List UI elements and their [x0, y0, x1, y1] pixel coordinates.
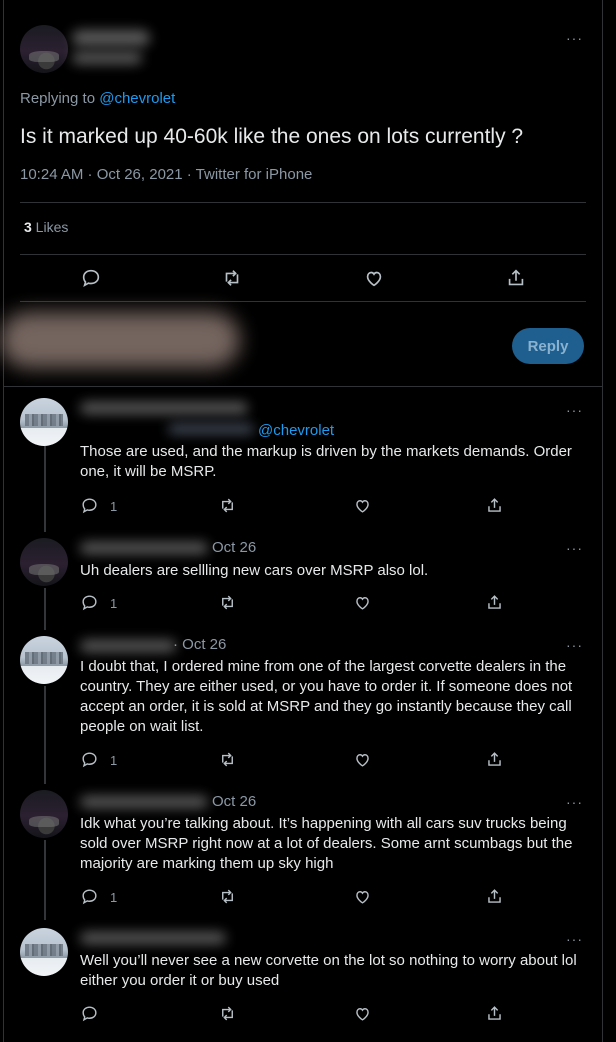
share-icon[interactable]	[485, 750, 504, 769]
reply-author-redacted	[80, 542, 208, 554]
retweet-icon[interactable]	[218, 750, 237, 769]
reply-count: 1	[110, 753, 118, 768]
divider	[20, 254, 586, 255]
like-icon[interactable]	[353, 887, 372, 906]
replying-to-prefix: Replying to	[20, 90, 100, 107]
likes-stat[interactable]: 3 Likes	[24, 219, 68, 235]
more-options-icon[interactable]: ···	[566, 30, 583, 46]
divider	[20, 301, 586, 302]
reply-author-redacted	[80, 932, 226, 944]
like-icon[interactable]	[353, 593, 372, 612]
replying-to: Replying to @chevrolet	[20, 90, 175, 107]
more-options-icon[interactable]: ···	[566, 540, 583, 556]
reply-date[interactable]: Oct 26	[212, 793, 256, 810]
like-icon[interactable]	[353, 750, 372, 769]
main-tweet-text: Is it marked up 40-60k like the ones on …	[20, 125, 524, 148]
reply-author-redacted	[80, 402, 248, 414]
retweet-icon[interactable]	[218, 887, 237, 906]
main-author-name-redacted	[72, 30, 150, 46]
reply-avatar[interactable]	[20, 538, 68, 586]
reply-text: Idk what you’re talking about. It’s happ…	[80, 815, 573, 872]
reply-avatar[interactable]	[20, 928, 68, 976]
retweet-icon[interactable]	[218, 1004, 237, 1023]
reply-icon[interactable]	[80, 496, 99, 515]
compose-avatar-redacted	[0, 312, 240, 368]
more-options-icon[interactable]: ···	[566, 794, 583, 810]
retweet-icon[interactable]	[218, 593, 237, 612]
reply-mention[interactable]: @chevrolet	[258, 422, 334, 439]
reply-text: Well you’ll never see a new corvette on …	[80, 952, 577, 989]
reply-icon[interactable]	[80, 1004, 99, 1023]
retweet-icon[interactable]	[218, 496, 237, 515]
likes-count: 3	[24, 219, 32, 235]
main-tweet-meta[interactable]: 10:24 AM · Oct 26, 2021 · Twitter for iP…	[20, 166, 312, 183]
share-icon[interactable]	[485, 1004, 504, 1023]
reply-count: 1	[110, 596, 118, 611]
reply-author-redacted	[80, 796, 208, 808]
reply-avatar[interactable]	[20, 398, 68, 446]
reply-count: 1	[110, 499, 118, 514]
reply-button[interactable]: Reply	[512, 328, 584, 364]
reply-date[interactable]: Oct 26	[212, 539, 256, 556]
share-icon[interactable]	[485, 496, 504, 515]
more-options-icon[interactable]: ···	[566, 637, 583, 653]
thread-line	[44, 446, 46, 532]
reply-icon[interactable]	[80, 267, 102, 289]
reply-icon[interactable]	[80, 750, 99, 769]
more-options-icon[interactable]: ···	[566, 931, 583, 947]
main-author-avatar[interactable]	[20, 25, 68, 73]
retweet-icon[interactable]	[221, 267, 243, 289]
divider	[20, 202, 586, 203]
reply-icon[interactable]	[80, 593, 99, 612]
reply-handle-redacted	[168, 424, 254, 434]
reply-text: Those are used, and the markup is driven…	[80, 443, 572, 480]
thread-line	[44, 686, 46, 784]
thread-line	[44, 588, 46, 630]
like-icon[interactable]	[353, 496, 372, 515]
share-icon[interactable]	[485, 593, 504, 612]
replying-to-handle[interactable]: @chevrolet	[99, 90, 175, 107]
reply-text: I doubt that, I ordered mine from one of…	[80, 658, 573, 735]
reply-author-redacted	[80, 640, 176, 652]
reply-avatar[interactable]	[20, 636, 68, 684]
share-icon[interactable]	[485, 887, 504, 906]
more-options-icon[interactable]: ···	[566, 402, 583, 418]
reply-date[interactable]: · Oct 26	[173, 636, 226, 653]
reply-count: 1	[110, 890, 118, 905]
thread-line	[44, 840, 46, 920]
likes-label: Likes	[31, 219, 69, 235]
divider	[4, 386, 602, 387]
timeline-column	[3, 0, 603, 1042]
like-icon[interactable]	[363, 267, 385, 289]
like-icon[interactable]	[353, 1004, 372, 1023]
reply-text: Uh dealers are sellling new cars over MS…	[80, 562, 429, 579]
reply-icon[interactable]	[80, 887, 99, 906]
share-icon[interactable]	[505, 267, 527, 289]
reply-avatar[interactable]	[20, 790, 68, 838]
main-author-handle-redacted	[72, 52, 142, 64]
